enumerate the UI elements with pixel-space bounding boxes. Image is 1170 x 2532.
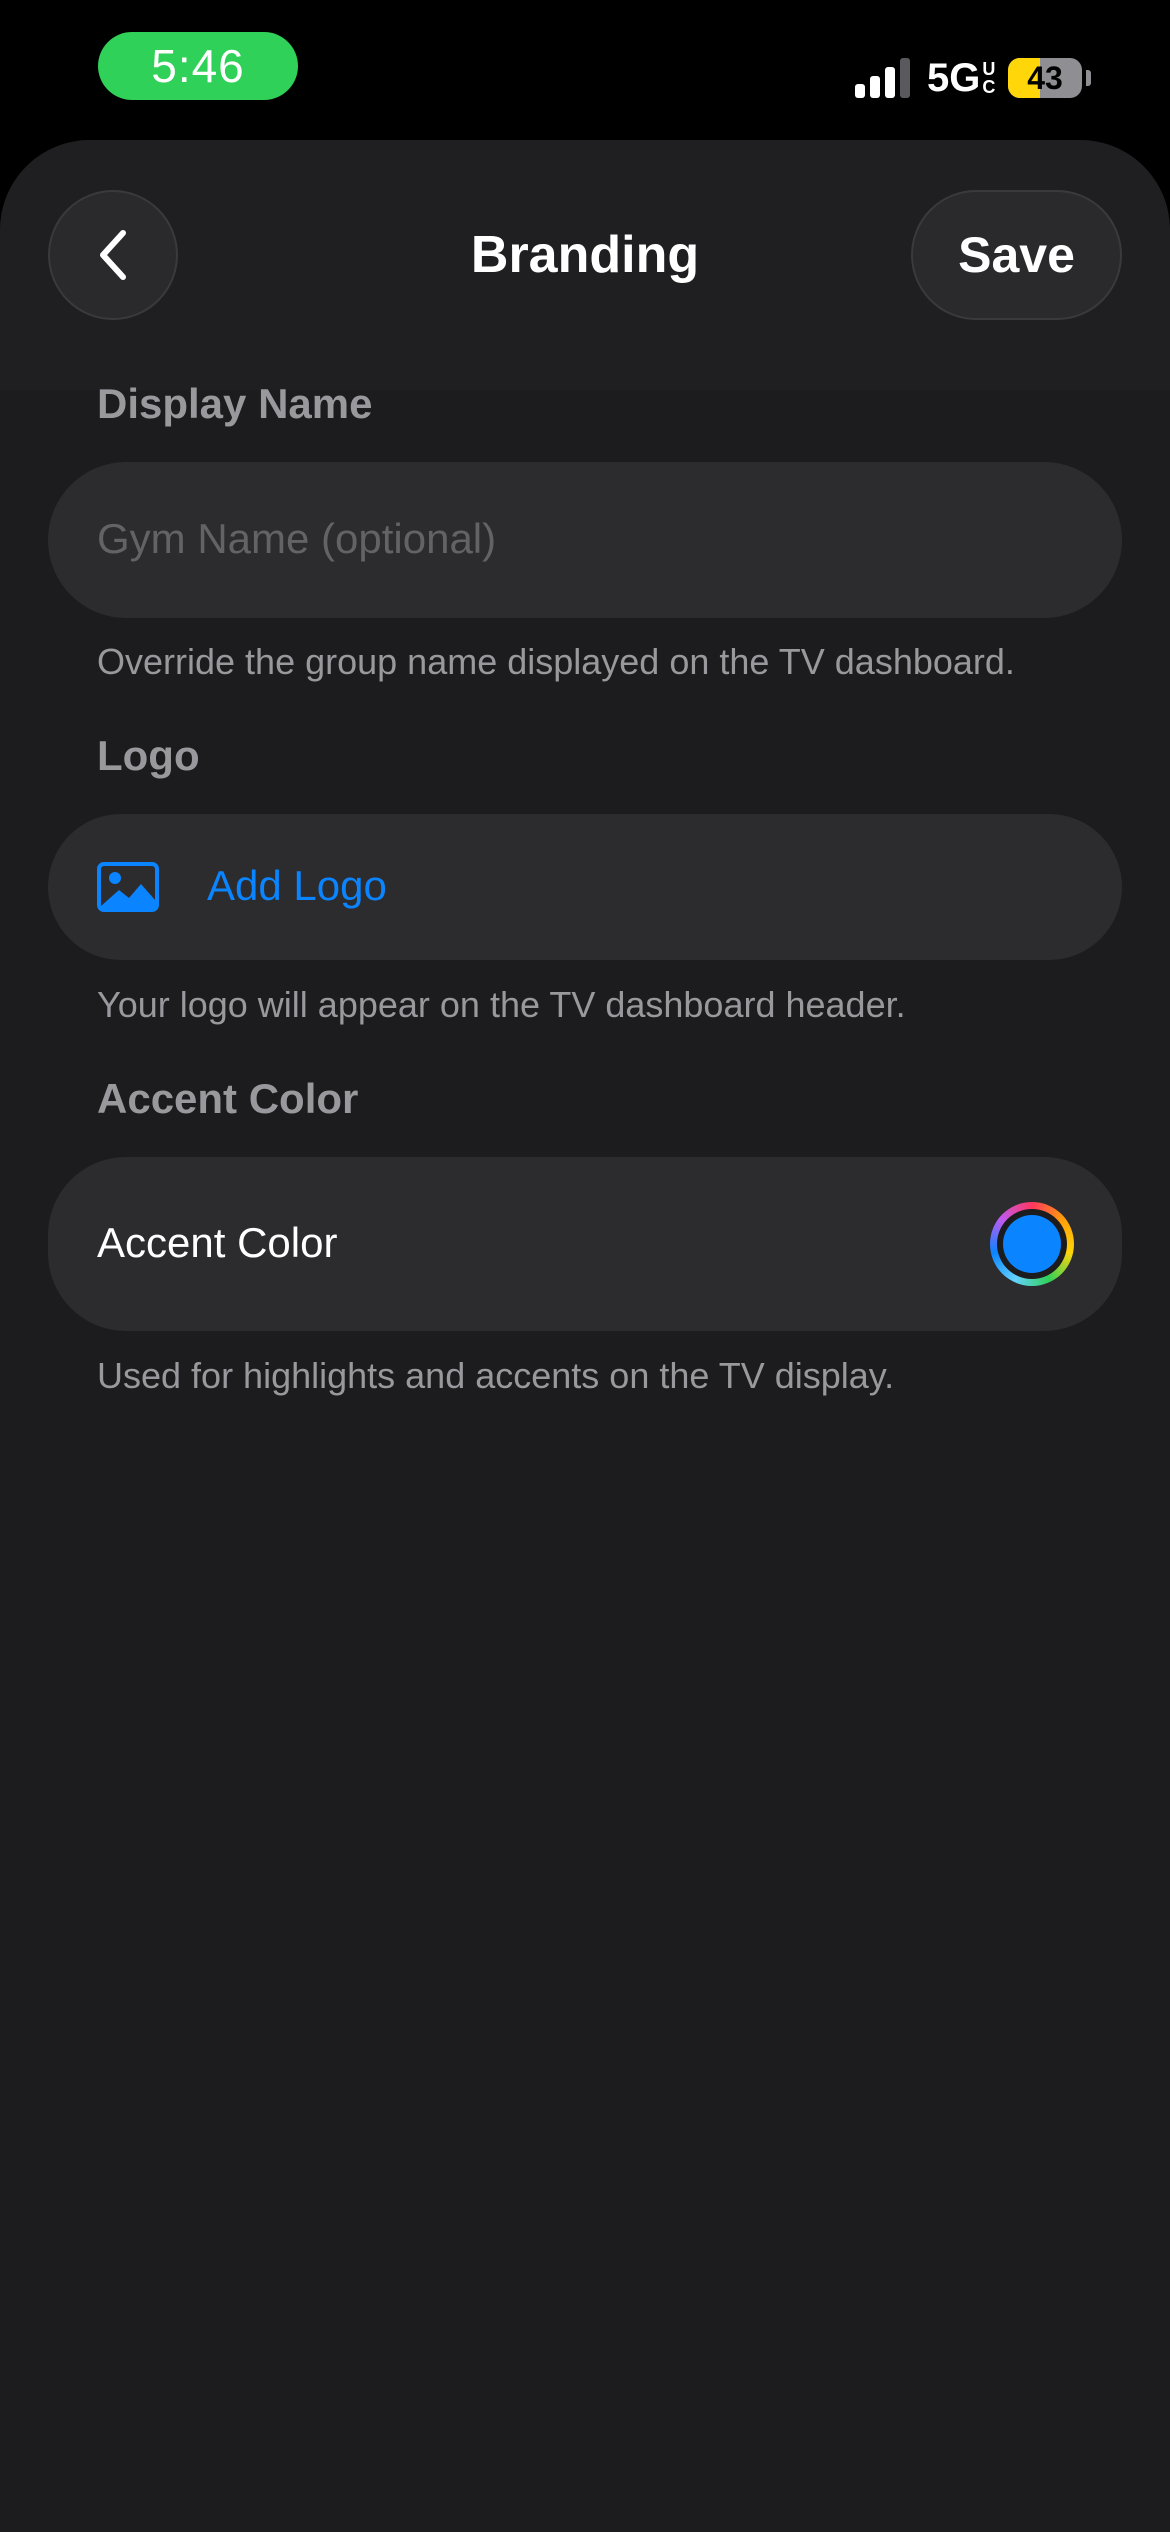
save-button[interactable]: Save — [911, 190, 1122, 320]
status-bar: 5:46 5G U C 43 — [0, 0, 1170, 140]
selected-color-swatch — [1003, 1215, 1061, 1273]
status-time: 5:46 — [98, 32, 298, 100]
network-badge: U C — [982, 60, 995, 96]
color-picker-well[interactable] — [990, 1202, 1074, 1286]
chevron-left-icon — [100, 230, 126, 280]
accent-color-row[interactable]: Accent Color — [48, 1157, 1122, 1331]
add-logo-button[interactable]: Add Logo — [48, 814, 1122, 960]
display-name-section-label: Display Name — [97, 380, 373, 427]
battery-percent: 43 — [1027, 60, 1063, 96]
add-logo-label: Add Logo — [207, 862, 387, 909]
logo-helper: Your logo will appear on the TV dashboar… — [97, 984, 906, 1025]
display-name-helper: Override the group name displayed on the… — [97, 641, 1015, 682]
network-badge-top: U — [982, 59, 996, 79]
nav-header: Branding Save — [0, 140, 1170, 390]
display-name-field[interactable]: Gym Name (optional) — [48, 462, 1122, 618]
battery-icon: 43 — [1008, 58, 1082, 98]
accent-color-helper: Used for highlights and accents on the T… — [97, 1355, 895, 1396]
page-title: Branding — [470, 226, 700, 284]
display-name-placeholder: Gym Name (optional) — [97, 515, 497, 562]
logo-section-label: Logo — [97, 732, 200, 779]
back-button[interactable] — [48, 190, 178, 320]
battery-tip — [1086, 70, 1091, 86]
network-badge-bottom: C — [982, 77, 996, 97]
network-indicator: 5G U C — [927, 50, 995, 106]
network-type: 5G — [927, 56, 981, 100]
branding-sheet: Branding Save Display Name Gym Name (opt… — [0, 140, 1170, 2532]
cellular-signal-icon — [855, 58, 910, 98]
photo-icon — [97, 862, 159, 912]
accent-color-label: Accent Color — [97, 1219, 338, 1266]
accent-color-section-label: Accent Color — [97, 1075, 359, 1122]
